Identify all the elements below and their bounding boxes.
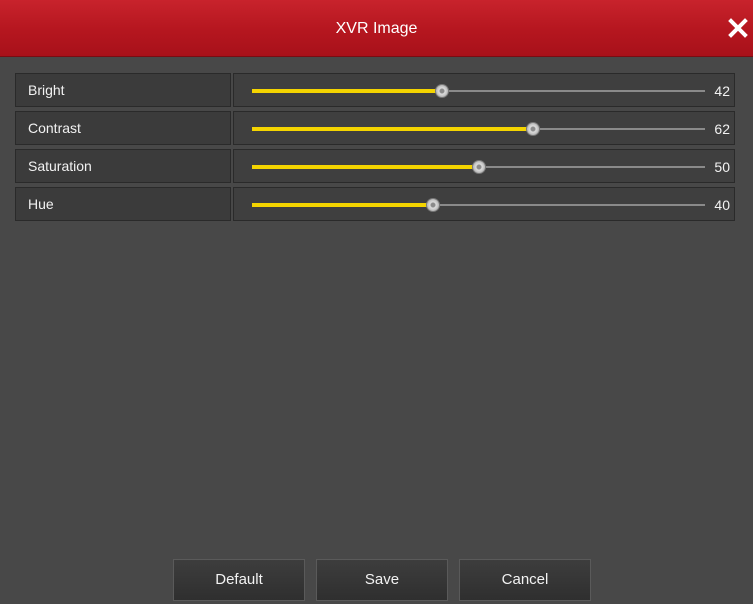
cancel-button[interactable]: Cancel — [459, 559, 591, 601]
close-icon[interactable] — [727, 17, 749, 39]
slider-cell: 50 — [233, 149, 735, 183]
image-settings-panel: Bright 42 Contrast 62 Saturation 50 Hue … — [15, 73, 735, 225]
setting-label: Hue — [15, 187, 231, 221]
setting-value: 50 — [714, 159, 730, 175]
setting-row-saturation: Saturation 50 — [15, 149, 735, 185]
slider-fill — [252, 165, 479, 169]
setting-row-contrast: Contrast 62 — [15, 111, 735, 147]
setting-value: 40 — [714, 197, 730, 213]
setting-row-bright: Bright 42 — [15, 73, 735, 109]
slider-fill — [252, 127, 533, 131]
slider-knob[interactable] — [435, 84, 450, 98]
default-button[interactable]: Default — [173, 559, 305, 601]
slider-fill — [252, 203, 434, 207]
bright-slider[interactable] — [252, 84, 705, 98]
setting-value: 62 — [714, 121, 730, 137]
slider-fill — [252, 89, 443, 93]
setting-row-hue: Hue 40 — [15, 187, 735, 223]
setting-label: Contrast — [15, 111, 231, 145]
slider-cell: 42 — [233, 73, 735, 107]
hue-slider[interactable] — [252, 198, 705, 212]
setting-value: 42 — [714, 83, 730, 99]
save-button[interactable]: Save — [316, 559, 448, 601]
xvr-image-dialog: XVR Image Bright 42 Contrast 62 Saturati… — [0, 0, 753, 604]
title-bar: XVR Image — [0, 0, 753, 57]
dialog-title: XVR Image — [335, 20, 418, 37]
saturation-slider[interactable] — [252, 160, 705, 174]
contrast-slider[interactable] — [252, 122, 705, 136]
setting-label: Saturation — [15, 149, 231, 183]
slider-cell: 62 — [233, 111, 735, 145]
setting-label: Bright — [15, 73, 231, 107]
slider-knob[interactable] — [426, 198, 441, 212]
slider-cell: 40 — [233, 187, 735, 221]
slider-knob[interactable] — [525, 122, 540, 136]
slider-knob[interactable] — [471, 160, 486, 174]
